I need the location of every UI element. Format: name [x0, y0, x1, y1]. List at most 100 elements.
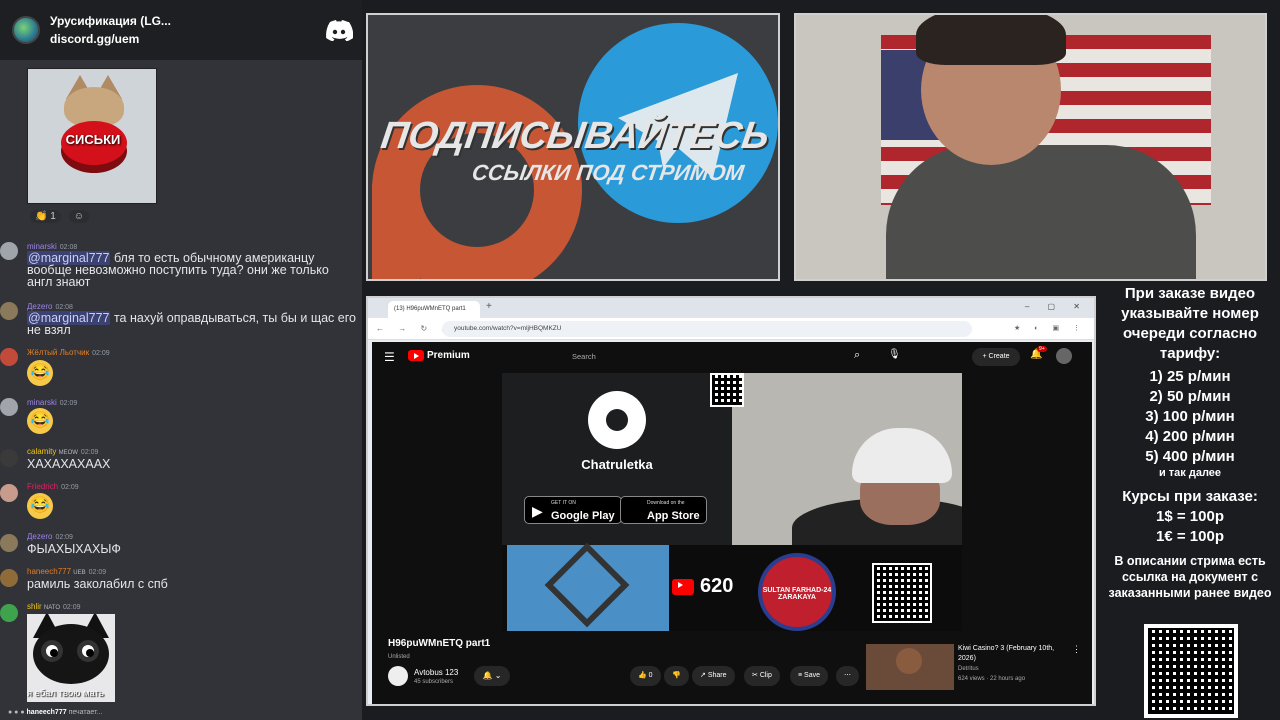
cat-eye [41, 640, 63, 662]
recommended-title[interactable]: Kiwi Casino? 3 (February 10th, 2026) [958, 644, 1068, 664]
qr-code-icon [872, 563, 932, 623]
message-text: ФЫАХЫХАХЫФ [27, 542, 121, 556]
username[interactable]: minarski [27, 398, 57, 407]
video-right-pane [732, 373, 962, 545]
tariff-item: 1) 25 р/мин [1149, 368, 1231, 385]
recommended-thumbnail[interactable] [866, 644, 954, 690]
server-invite[interactable]: discord.gg/uem [50, 32, 325, 46]
video-left-pane: Chatruletka ▶ GET IT ON Google Play Downlo… [502, 373, 732, 545]
username[interactable]: calamity [27, 447, 56, 456]
meme-caption: СИСЬКИ [65, 132, 121, 147]
youtube-play-icon [408, 350, 424, 361]
username[interactable]: Жёлтый Льотчик [27, 348, 89, 357]
timestamp: 02:08 [55, 304, 73, 311]
image-caption: я ебал твою мать [27, 688, 104, 699]
tab-bar: (13) H96puWMnETQ part1 + – ▢ ✕ [368, 298, 1094, 318]
timestamp: 02:09 [61, 484, 79, 491]
subscribe-bell-button[interactable]: 🔔 ⌄ [474, 666, 510, 686]
qr-code-icon [1144, 624, 1238, 718]
username[interactable]: shlir [27, 602, 42, 611]
channel-avatar[interactable] [388, 666, 408, 686]
more-button[interactable]: ⋯ [836, 666, 859, 686]
clip-button[interactable]: ✂ Clip [744, 666, 780, 686]
rate-item: 1$ = 100р [1156, 508, 1224, 525]
youtube-logo[interactable]: Premium [408, 350, 470, 361]
extensions[interactable]: ★ ◐ ▣ ⋮ [1014, 324, 1086, 332]
message-text: ХАХАХАХААХ [27, 457, 111, 471]
timestamp: 02:08 [59, 244, 78, 251]
avatar[interactable] [0, 398, 18, 416]
account-avatar[interactable] [1056, 348, 1072, 364]
dislike-button[interactable]: 👎 [664, 666, 689, 686]
laughing-emoji-icon: 😂 [27, 360, 53, 386]
avatar[interactable] [0, 604, 18, 622]
address-bar: ← → ↻ ⌂ youtube.com/watch?v=mljHBQMKZU ★… [368, 318, 1094, 340]
reaction-pill[interactable]: 👏 1 [30, 210, 61, 223]
message-text: @marginal777 та нахуй оправдываться, ты … [27, 311, 356, 337]
discord-chat: Урусификация (LG... discord.gg/uem СИСЬК… [0, 0, 362, 720]
avatar[interactable] [0, 484, 18, 502]
tariff-etc: и так далее [1158, 467, 1222, 479]
browser-tab[interactable]: (13) H96puWMnETQ part1 [388, 301, 480, 318]
search-icon[interactable]: ⌕ [854, 349, 860, 362]
drone-image [507, 542, 669, 631]
notification-badge: 9+ [1037, 346, 1047, 352]
avatar[interactable] [0, 534, 18, 552]
new-tab-icon[interactable]: + [486, 301, 492, 312]
meme-image[interactable]: СИСЬКИ [27, 68, 157, 204]
channel-name[interactable]: Avtobus 123 [414, 668, 458, 677]
search-input[interactable]: Search [572, 348, 842, 366]
recommended-meta: 624 views · 22 hours ago [958, 676, 1026, 682]
qr-code-icon [710, 373, 744, 407]
username[interactable]: haneech777 [27, 567, 71, 576]
youtube-page: ☰ Premium Search ⌕ 🎙 + Create 🔔 9+ Chatr… [372, 342, 1092, 704]
tariff-list: 1) 25 р/мин 2) 50 р/мин 3) 100 р/мин 4) … [1100, 367, 1280, 467]
avatar[interactable] [0, 242, 18, 260]
more-options-icon[interactable]: ⋮ [1072, 644, 1081, 655]
message-text: @marginal777 бля то есть обычному америк… [27, 251, 329, 289]
message-text: рамиль заколабил с спб [27, 577, 168, 591]
rates: Курсы при заказе: 1$ = 100р 1€ = 100р [1100, 487, 1280, 547]
order-info: При заказе видео указывайте номер очеред… [1100, 284, 1280, 601]
add-reaction-icon[interactable]: ☺ [68, 210, 90, 223]
save-button[interactable]: ≡ Save [790, 666, 828, 686]
typing-indicator: ● ● ● haneech777 печатает... [8, 709, 103, 716]
menu-icon[interactable]: ☰ [384, 350, 395, 364]
avatar[interactable] [0, 449, 18, 467]
timestamp: 02:09 [63, 604, 81, 611]
username[interactable]: Дezero [27, 532, 52, 541]
laughing-emoji-icon: 😂 [27, 408, 53, 434]
streamer-body [886, 145, 1196, 279]
rates-title: Курсы при заказе: [1122, 488, 1258, 505]
video-player[interactable]: Chatruletka ▶ GET IT ON Google Play Downlo… [502, 373, 962, 631]
server-name: Урусификация (LG... [50, 14, 171, 28]
tariff-item: 5) 400 р/мин [1145, 448, 1235, 465]
avatar[interactable] [0, 569, 18, 587]
recommended-channel[interactable]: Detritus [958, 666, 979, 672]
mic-icon[interactable]: 🎙 [888, 349, 901, 360]
sultan-badge: SULTAN FARHAD-24 ZARAKAYA [758, 553, 836, 631]
like-button[interactable]: 👍 0 [630, 666, 661, 686]
share-button[interactable]: ↗ Share [692, 666, 735, 686]
chatruletka-logo-icon [588, 391, 646, 449]
url-input[interactable]: youtube.com/watch?v=mljHBQMKZU [442, 321, 972, 337]
tariff-item: 2) 50 р/мин [1149, 388, 1231, 405]
order-intro: При заказе видео указывайте номер очеред… [1121, 285, 1259, 362]
username[interactable]: Дezero [27, 302, 52, 311]
avatar[interactable] [0, 302, 18, 320]
username[interactable]: minarski [27, 242, 57, 251]
server-header[interactable]: Урусификация (LG... discord.gg/uem [0, 0, 362, 60]
avatar[interactable] [0, 348, 18, 366]
promo-panel: ПОДПИСЫВАЙТЕСЬ ССЫЛКИ ПОД СТРИМОМ [366, 13, 780, 281]
laughing-emoji-icon: 😂 [27, 493, 53, 519]
create-button[interactable]: + Create [972, 348, 1020, 366]
timestamp: 02:09 [92, 350, 110, 357]
webcam-panel [794, 13, 1267, 281]
cat-meme-image[interactable]: я ебал твою мать [27, 614, 115, 702]
subscriber-count: 45 subscribers [414, 679, 454, 685]
user-tag: NATO [43, 605, 61, 611]
nav-buttons[interactable]: ← → ↻ ⌂ [376, 324, 452, 333]
window-controls[interactable]: – ▢ ✕ [1025, 302, 1088, 311]
username[interactable]: Friedrich [27, 482, 58, 491]
rate-item: 1€ = 100р [1156, 528, 1224, 545]
